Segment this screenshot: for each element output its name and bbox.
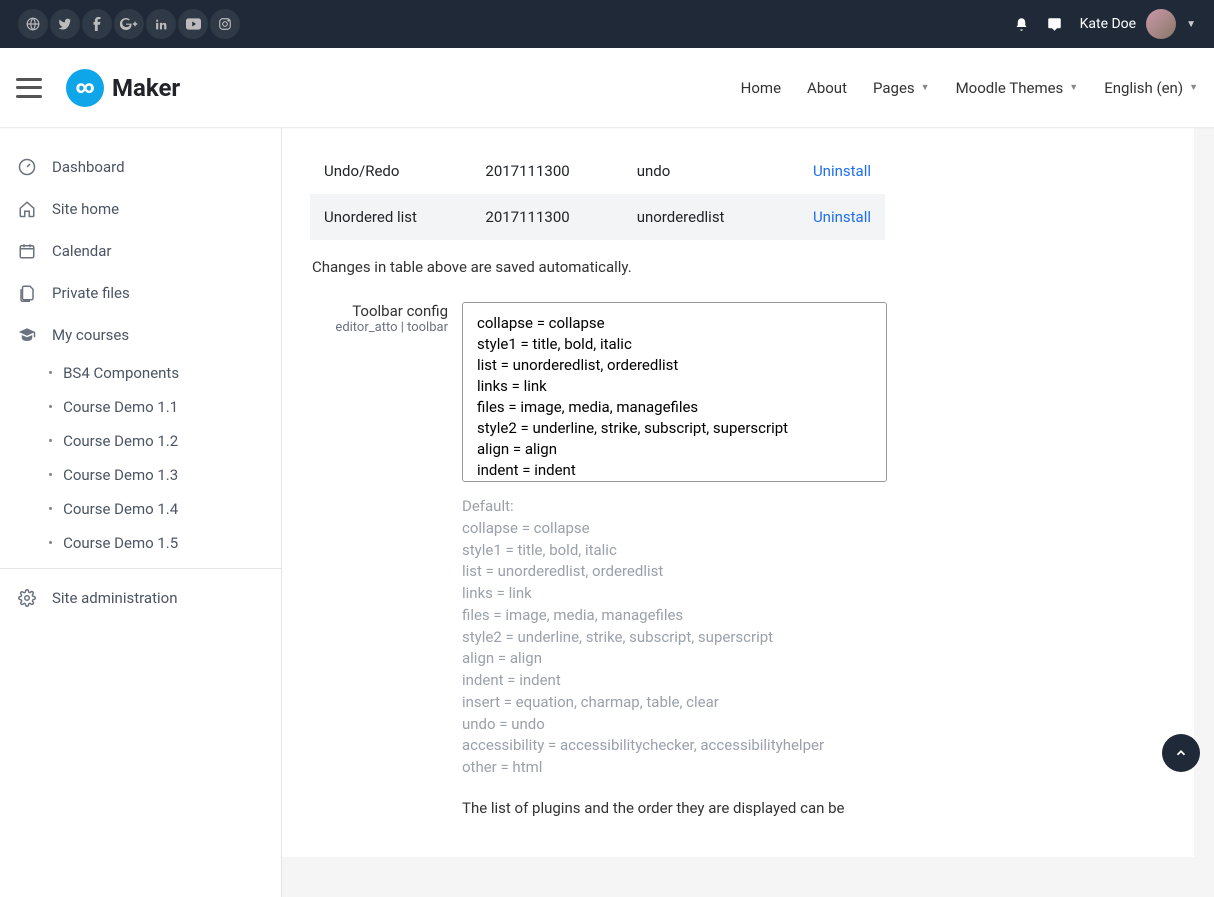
bell-icon[interactable] [1014, 17, 1029, 32]
course-label: Course Demo 1.5 [63, 534, 178, 552]
sidebar-item-private-files[interactable]: Private files [0, 272, 281, 314]
sidebar-item-dashboard[interactable]: Dashboard [0, 146, 281, 188]
hamburger-button[interactable] [16, 78, 42, 98]
uninstall-link[interactable]: Uninstall [813, 162, 871, 180]
plugin-slug: unorderedlist [637, 208, 725, 226]
course-bs4-components[interactable]: BS4 Components [48, 356, 281, 390]
nav-moodle-themes[interactable]: Moodle Themes ▼ [956, 79, 1079, 97]
chevron-down-icon: ▼ [1189, 82, 1198, 93]
sidebar-label: Calendar [52, 242, 112, 260]
autosave-notice: Changes in table above are saved automat… [312, 258, 1154, 276]
uninstall-link[interactable]: Uninstall [813, 208, 871, 226]
default-line: other = html [462, 757, 887, 779]
topbar: Kate Doe ▼ [0, 0, 1214, 48]
table-row: Undo/Redo 2017111300 undo Uninstall [310, 148, 885, 194]
google-plus-icon[interactable] [114, 9, 144, 39]
course-label: Course Demo 1.4 [63, 500, 178, 518]
table-row: Unordered list 2017111300 unorderedlist … [310, 194, 885, 240]
chevron-down-icon: ▼ [1069, 82, 1078, 93]
files-icon [18, 284, 38, 302]
nav-menu: Home About Pages ▼ Moodle Themes ▼ English… [741, 79, 1198, 97]
user-menu[interactable]: Kate Doe ▼ [1080, 9, 1196, 39]
chat-icon[interactable] [1047, 17, 1062, 32]
plugin-name: Unordered list [324, 208, 417, 226]
gear-icon [18, 589, 38, 607]
nav-label: English (en) [1104, 79, 1183, 97]
toolbar-config-sublabel: editor_atto | toolbar [312, 320, 448, 335]
sidebar-item-my-courses[interactable]: My courses [0, 314, 281, 356]
logo-icon: ∞ [66, 69, 104, 107]
sidebar-label: Dashboard [52, 158, 125, 176]
course-label: Course Demo 1.1 [63, 398, 178, 416]
course-label: BS4 Components [63, 364, 179, 382]
calendar-icon [18, 242, 38, 260]
toolbar-config-textarea[interactable] [462, 302, 887, 482]
twitter-icon[interactable] [50, 9, 80, 39]
course-demo-1-1[interactable]: Course Demo 1.1 [48, 390, 281, 424]
plugin-name: Undo/Redo [324, 162, 399, 180]
default-line: accessibility = accessibilitychecker, ac… [462, 735, 887, 757]
course-demo-1-3[interactable]: Course Demo 1.3 [48, 458, 281, 492]
default-line: files = image, media, managefiles [462, 605, 887, 627]
nav-label: Moodle Themes [956, 79, 1064, 97]
user-name: Kate Doe [1080, 16, 1136, 32]
sidebar-label: Site home [52, 200, 119, 218]
plugin-version: 2017111300 [485, 208, 569, 226]
default-line: style1 = title, bold, italic [462, 540, 887, 562]
nav-language[interactable]: English (en) ▼ [1104, 79, 1198, 97]
nav-label: About [807, 79, 847, 97]
chevron-down-icon: ▼ [1186, 19, 1196, 30]
defaults-heading: Default: [462, 496, 887, 518]
nav-home[interactable]: Home [741, 79, 781, 97]
avatar [1146, 9, 1176, 39]
plugin-version: 2017111300 [485, 162, 569, 180]
sidebar-item-calendar[interactable]: Calendar [0, 230, 281, 272]
sidebar-item-site-admin[interactable]: Site administration [0, 577, 281, 619]
nav-about[interactable]: About [807, 79, 847, 97]
dashboard-icon [18, 158, 38, 176]
home-icon [18, 200, 38, 218]
default-line: indent = indent [462, 670, 887, 692]
toolbar-help-text: The list of plugins and the order they a… [462, 799, 862, 817]
default-line: collapse = collapse [462, 518, 887, 540]
plugins-table: Undo/Redo 2017111300 undo Uninstall Unor… [310, 148, 885, 240]
default-line: align = align [462, 648, 887, 670]
course-demo-1-4[interactable]: Course Demo 1.4 [48, 492, 281, 526]
default-line: insert = equation, charmap, table, clear [462, 692, 887, 714]
nav-label: Home [741, 79, 781, 97]
logo-glyph: ∞ [75, 77, 94, 98]
content: Undo/Redo 2017111300 undo Uninstall Unor… [282, 128, 1194, 857]
toolbar-config-label: Toolbar config [312, 302, 448, 320]
grad-cap-icon [18, 326, 38, 344]
sidebar-label: My courses [52, 326, 129, 344]
sidebar-item-site-home[interactable]: Site home [0, 188, 281, 230]
scroll-to-top-button[interactable] [1162, 734, 1200, 772]
sidebar-label: Private files [52, 284, 130, 302]
default-line: undo = undo [462, 714, 887, 736]
course-label: Course Demo 1.2 [63, 432, 178, 450]
brand-logo[interactable]: ∞ Maker [66, 69, 180, 107]
default-line: style2 = underline, strike, subscript, s… [462, 627, 887, 649]
brand-name: Maker [112, 74, 180, 102]
default-line: list = unorderedlist, orderedlist [462, 561, 887, 583]
course-demo-1-2[interactable]: Course Demo 1.2 [48, 424, 281, 458]
plugin-slug: undo [637, 162, 671, 180]
course-subtree: BS4 Components Course Demo 1.1 Course De… [0, 356, 281, 560]
sidebar: Dashboard Site home Calendar Private fil… [0, 128, 282, 897]
nav-label: Pages [873, 79, 915, 97]
linkedin-icon[interactable] [146, 9, 176, 39]
header: ∞ Maker Home About Pages ▼ Moodle Themes ▼… [0, 48, 1214, 128]
youtube-icon[interactable] [178, 9, 208, 39]
globe-icon[interactable] [18, 9, 48, 39]
default-line: links = link [462, 583, 887, 605]
nav-pages[interactable]: Pages ▼ [873, 79, 930, 97]
course-label: Course Demo 1.3 [63, 466, 178, 484]
instagram-icon[interactable] [210, 9, 240, 39]
sidebar-label: Site administration [52, 589, 177, 607]
facebook-icon[interactable] [82, 9, 112, 39]
chevron-down-icon: ▼ [921, 82, 930, 93]
defaults-block: Default: collapse = collapse style1 = ti… [462, 496, 887, 779]
course-demo-1-5[interactable]: Course Demo 1.5 [48, 526, 281, 560]
